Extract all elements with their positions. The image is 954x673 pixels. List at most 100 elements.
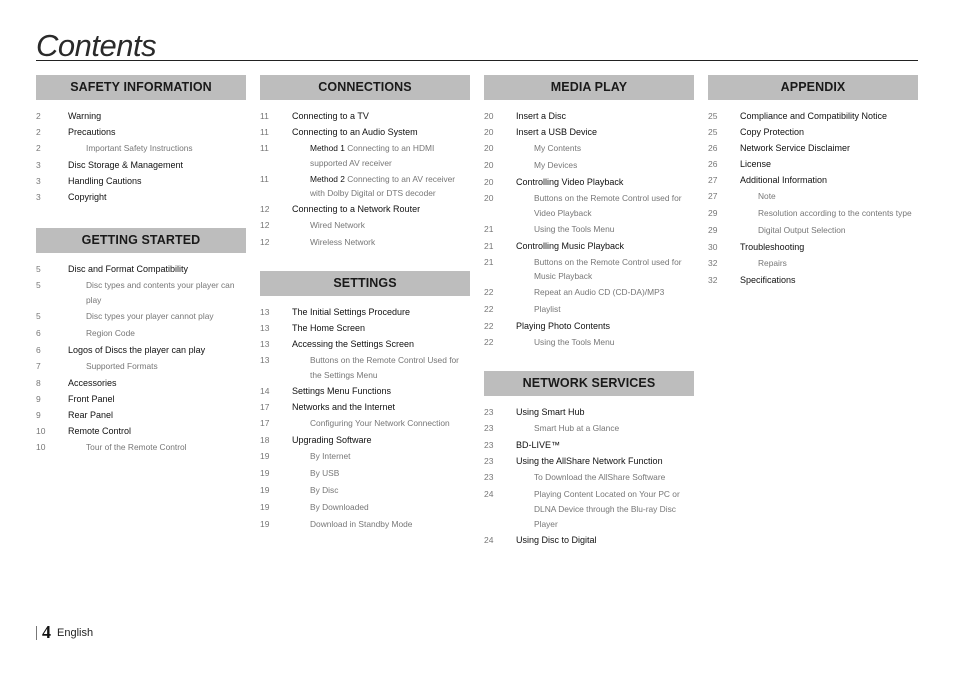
toc-subentry[interactable]: 22 Using the Tools Menu xyxy=(484,335,694,351)
toc-entry[interactable]: 23 Using the AllShare Network Function xyxy=(484,454,694,470)
entry-title: Important Safety Instructions xyxy=(86,143,193,153)
entry-title: To Download the AllShare Software xyxy=(534,472,666,483)
toc-subentry[interactable]: 10 Tour of the Remote Control xyxy=(36,440,246,456)
toc-entry[interactable]: 9 Rear Panel xyxy=(36,408,246,424)
entry-title: Wired Network xyxy=(310,220,365,231)
toc-entry[interactable]: 21 Controlling Music Playback xyxy=(484,239,694,255)
entry-page-number: 13 xyxy=(260,307,270,318)
entry-title: Disc types your player cannot play xyxy=(86,310,214,321)
entry-page-number: 22 xyxy=(484,287,494,298)
section-heading: APPENDIX xyxy=(708,75,918,100)
toc-subentry[interactable]: 11 Method 2 Connecting to an AV receiver … xyxy=(260,172,470,202)
toc-entry[interactable]: 18 Upgrading Software xyxy=(260,433,470,449)
entry-title: Note xyxy=(758,191,776,201)
toc-subentry[interactable]: 19 By Disc xyxy=(260,483,470,499)
toc-subentry[interactable]: 23 To Download the AllShare Software xyxy=(484,470,694,486)
toc-entry[interactable]: 13 The Initial Settings Procedure xyxy=(260,305,470,321)
toc-entry[interactable]: 30 Troubleshooting xyxy=(708,240,918,256)
entry-title: Specifications xyxy=(740,275,796,285)
toc-entry[interactable]: 20 Insert a Disc xyxy=(484,109,694,125)
toc-entry[interactable]: 2 Precautions xyxy=(36,125,246,141)
toc-section: MEDIA PLAY 20 Insert a Disc 20 Insert a USB … xyxy=(484,75,694,351)
toc-subentry[interactable]: 19 By Downloaded xyxy=(260,500,470,516)
toc-entry[interactable]: 8 Accessories xyxy=(36,376,246,392)
entry-page-number: 3 xyxy=(36,176,41,186)
toc-subentry[interactable]: 13 Buttons on the Remote Control Used for… xyxy=(260,353,470,383)
toc-entry[interactable]: 14 Settings Menu Functions xyxy=(260,384,470,400)
toc-entry[interactable]: 3 Copyright xyxy=(36,190,246,206)
toc-subentry[interactable]: 6 Region Code xyxy=(36,326,246,342)
entry-page-number: 2 xyxy=(36,111,41,121)
toc-subentry[interactable]: 20 Buttons on the Remote Control used for… xyxy=(484,191,694,221)
toc-entry[interactable]: 27 Additional Information xyxy=(708,173,918,189)
entry-title: Repairs xyxy=(758,258,787,268)
toc-column-2: CONNECTIONS 11 Connecting to a TV 11 Connect… xyxy=(260,75,470,534)
toc-subentry[interactable]: 11 Method 1 Connecting to an HDMI support… xyxy=(260,141,470,171)
entry-title: Insert a USB Device xyxy=(516,127,598,137)
toc-subentry[interactable]: 5 Disc types and contents your player can… xyxy=(36,278,246,308)
toc-subentry[interactable]: 2 Important Safety Instructions xyxy=(36,141,246,157)
toc-entry[interactable]: 3 Disc Storage & Management xyxy=(36,158,246,174)
toc-entry[interactable]: 9 Front Panel xyxy=(36,392,246,408)
toc-subentry[interactable]: 22 Playlist xyxy=(484,302,694,318)
toc-entry[interactable]: 20 Insert a USB Device xyxy=(484,125,694,141)
toc-subentry[interactable]: 32 Repairs xyxy=(708,256,918,272)
toc-subentry[interactable]: 19 By USB xyxy=(260,466,470,482)
entry-title: BD-LIVE™ xyxy=(516,440,561,451)
toc-entry[interactable]: 11 Connecting to an Audio System xyxy=(260,125,470,141)
toc-entry[interactable]: 10 Remote Control xyxy=(36,424,246,440)
entry-title: Playlist xyxy=(534,304,561,315)
toc-entry[interactable]: 3 Handling Cautions xyxy=(36,174,246,190)
toc-entry[interactable]: 32 Specifications xyxy=(708,273,918,289)
entry-page-number: 19 xyxy=(260,484,270,495)
toc-entry[interactable]: 20 Controlling Video Playback xyxy=(484,175,694,191)
toc-subentry[interactable]: 21 Buttons on the Remote Control used for… xyxy=(484,255,694,285)
entry-page-number: 11 xyxy=(260,127,269,137)
toc-subentry[interactable]: 5 Disc types your player cannot play xyxy=(36,309,246,325)
toc-entry[interactable]: 13 Accessing the Settings Screen xyxy=(260,337,470,353)
entry-page-number: 23 xyxy=(484,407,494,418)
toc-entry[interactable]: 17 Networks and the Internet xyxy=(260,400,470,416)
toc-subentry[interactable]: 23 Smart Hub at a Glance xyxy=(484,421,694,437)
toc-entry[interactable]: 22 Playing Photo Contents xyxy=(484,319,694,335)
toc-subentry[interactable]: 12 Wired Network xyxy=(260,218,470,234)
toc-entry[interactable]: 11 Connecting to a TV xyxy=(260,109,470,125)
toc-entry[interactable]: 25 Copy Protection xyxy=(708,125,918,141)
toc-subentry[interactable]: 21 Using the Tools Menu xyxy=(484,222,694,238)
toc-subentry[interactable]: 19 By Internet xyxy=(260,449,470,465)
toc-entry[interactable]: 5 Disc and Format Compatibility xyxy=(36,262,246,278)
toc-entry[interactable]: 13 The Home Screen xyxy=(260,321,470,337)
toc-entry[interactable]: 6 Logos of Discs the player can play xyxy=(36,343,246,359)
toc-entry[interactable]: 25 Compliance and Compatibility Notice xyxy=(708,109,918,125)
title-rule xyxy=(36,60,918,61)
toc-entry[interactable]: 26 License xyxy=(708,157,918,173)
entry-title: Wireless Network xyxy=(310,237,376,248)
entry-title: The Home Screen xyxy=(292,323,366,334)
toc-entry[interactable]: 12 Connecting to a Network Router xyxy=(260,202,470,218)
toc-entry[interactable]: 2 Warning xyxy=(36,109,246,125)
toc-section: GETTING STARTED 5 Disc and Format Compatib… xyxy=(36,228,246,456)
toc-subentry[interactable]: 27 Note xyxy=(708,189,918,205)
toc-entry[interactable]: 24 Using Disc to Digital xyxy=(484,533,694,549)
entry-title: Compliance and Compatibility Notice xyxy=(740,111,888,121)
entry-page-number: 21 xyxy=(484,223,494,234)
toc-subentry[interactable]: 17 Configuring Your Network Connection xyxy=(260,416,470,432)
toc-subentry[interactable]: 19 Download in Standby Mode xyxy=(260,517,470,533)
toc-subentry[interactable]: 29 Resolution according to the contents t… xyxy=(708,206,918,222)
toc-entry[interactable]: 26 Network Service Disclaimer xyxy=(708,141,918,157)
toc-subentry[interactable]: 24 Playing Content Located on Your PC or … xyxy=(484,487,694,531)
entry-title: Troubleshooting xyxy=(740,242,805,252)
toc-subentry[interactable]: 12 Wireless Network xyxy=(260,235,470,251)
toc-entry[interactable]: 23 Using Smart Hub xyxy=(484,405,694,421)
toc-entry[interactable]: 23 BD-LIVE™ xyxy=(484,438,694,454)
toc-subentry[interactable]: 7 Supported Formats xyxy=(36,359,246,375)
toc-subentry[interactable]: 20 My Contents xyxy=(484,141,694,157)
entry-title: By Disc xyxy=(310,484,339,495)
page-number: 4 xyxy=(42,622,51,642)
toc-subentry[interactable]: 20 My Devices xyxy=(484,158,694,174)
toc-subentry[interactable]: 22 Repeat an Audio CD (CD-DA)/MP3 xyxy=(484,285,694,301)
toc-section: NETWORK SERVICES 23 Using Smart Hub 23 Smart… xyxy=(484,371,694,548)
toc-subentry[interactable]: 29 Digital Output Selection xyxy=(708,223,918,239)
entry-page-number: 12 xyxy=(260,237,270,248)
entry-title: Tour of the Remote Control xyxy=(86,441,187,452)
